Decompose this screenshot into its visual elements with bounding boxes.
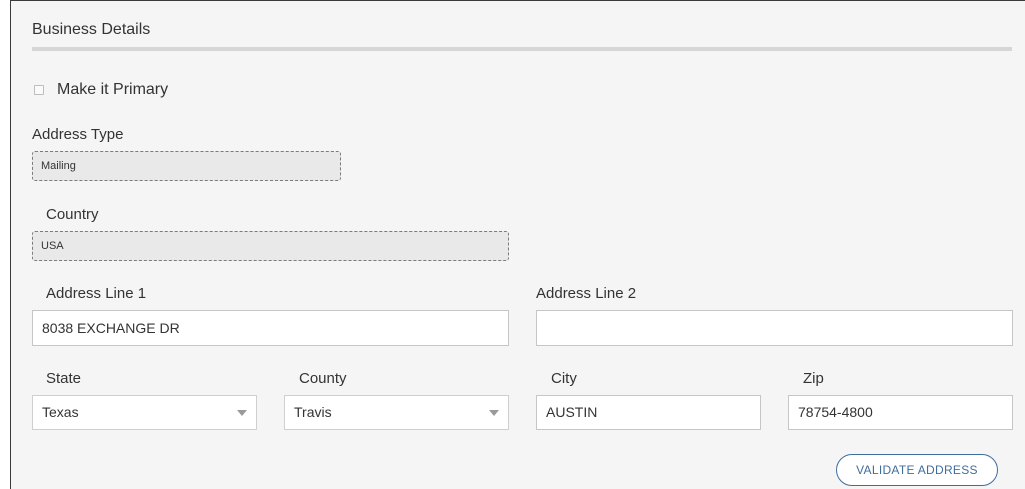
address-line2-label: Address Line 2 (536, 285, 637, 302)
address-line1-label: Address Line 1 (46, 285, 147, 302)
chevron-down-icon (237, 410, 247, 416)
zip-label: Zip (803, 370, 824, 387)
zip-input[interactable]: 78754-4800 (788, 395, 1013, 430)
country-field: USA (32, 231, 509, 261)
make-primary-checkbox[interactable] (34, 85, 44, 95)
business-details-panel: Business Details Make it Primary Address… (10, 0, 1025, 489)
make-primary-label[interactable]: Make it Primary (57, 81, 168, 99)
county-label: County (299, 370, 347, 387)
county-value: Travis (294, 404, 332, 420)
section-divider (32, 47, 1012, 51)
validate-address-button[interactable]: VALIDATE ADDRESS (836, 454, 998, 486)
state-select[interactable]: Texas (32, 395, 257, 430)
address-line2-input[interactable] (536, 310, 1013, 346)
chevron-down-icon (489, 410, 499, 416)
county-select[interactable]: Travis (284, 395, 509, 430)
city-input[interactable]: AUSTIN (536, 395, 761, 430)
address-type-label: Address Type (32, 126, 124, 143)
country-label: Country (46, 206, 99, 223)
address-type-field: Mailing (32, 151, 341, 181)
section-title: Business Details (32, 21, 151, 38)
address-line1-input[interactable]: 8038 EXCHANGE DR (32, 310, 509, 346)
city-label: City (551, 370, 577, 387)
state-label: State (46, 370, 82, 387)
state-value: Texas (42, 404, 79, 420)
